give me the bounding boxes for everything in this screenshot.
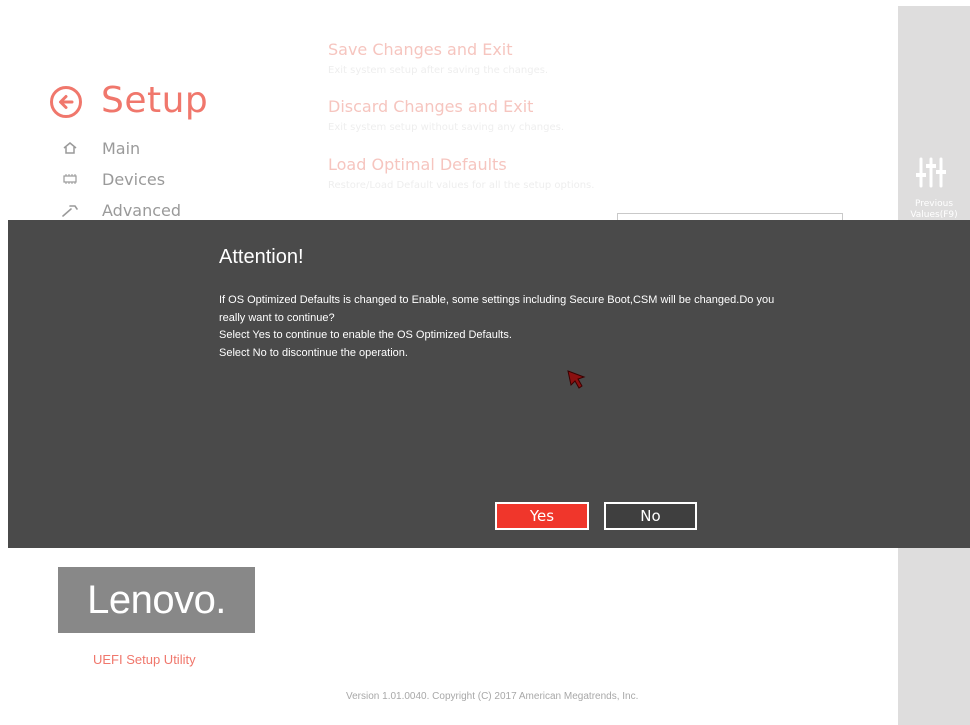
- menu-item-save-exit[interactable]: Save Changes and Exit Exit system setup …: [328, 40, 548, 76]
- nav-item-label: Advanced: [102, 200, 182, 220]
- version-text: Version 1.01.0040. Copyright (C) 2017 Am…: [346, 691, 639, 702]
- nav-item-advanced[interactable]: Advanced: [62, 198, 181, 222]
- home-icon: [62, 140, 78, 156]
- menu-item-discard-exit[interactable]: Discard Changes and Exit Exit system set…: [328, 97, 564, 133]
- logo-text: Lenovo.: [87, 577, 226, 622]
- mouse-cursor-icon: [567, 370, 586, 389]
- dialog-line: If OS Optimized Defaults is changed to E…: [219, 294, 775, 324]
- menu-item-title: Load Optimal Defaults: [328, 155, 507, 174]
- lenovo-logo: Lenovo.: [58, 567, 255, 633]
- menu-item-description: Exit system setup without saving any cha…: [328, 122, 565, 133]
- nav-item-label: Main: [102, 138, 141, 158]
- page-title: Setup: [101, 80, 209, 121]
- devices-icon: [62, 171, 78, 187]
- yes-button[interactable]: Yes: [495, 502, 589, 530]
- menu-item-description: Exit system setup after saving the chang…: [328, 65, 549, 76]
- menu-item-title: Save Changes and Exit: [328, 40, 513, 59]
- side-label-line1: Previous: [914, 199, 954, 209]
- no-button[interactable]: No: [604, 502, 697, 530]
- utility-label: UEFI Setup Utility: [93, 652, 196, 667]
- previous-values-label: Previous Values(F9): [898, 199, 970, 221]
- wrench-icon: [62, 202, 78, 218]
- nav-item-devices[interactable]: Devices: [62, 167, 165, 191]
- nav-item-label: Devices: [102, 169, 166, 189]
- dialog-title: Attention!: [219, 246, 304, 268]
- dialog-message: If OS Optimized Defaults is changed to E…: [219, 292, 779, 362]
- back-button[interactable]: [50, 86, 82, 118]
- menu-item-description: Restore/Load Default values for all the …: [328, 180, 595, 191]
- nav-item-main[interactable]: Main: [62, 136, 140, 160]
- dialog-line: Select Yes to continue to enable the OS …: [219, 329, 512, 341]
- attention-dialog: Attention! If OS Optimized Defaults is c…: [8, 220, 970, 548]
- sliders-icon: [916, 157, 946, 188]
- arrow-left-circle-icon: [59, 95, 74, 109]
- menu-item-title: Discard Changes and Exit: [328, 97, 534, 116]
- menu-item-load-defaults[interactable]: Load Optimal Defaults Restore/Load Defau…: [328, 155, 594, 191]
- dialog-line: Select No to discontinue the operation.: [219, 346, 408, 359]
- previous-values-button[interactable]: [916, 156, 946, 192]
